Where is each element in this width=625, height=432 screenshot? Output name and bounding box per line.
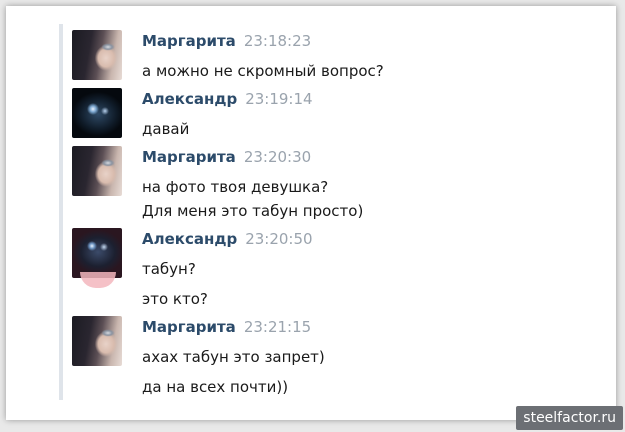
margarita-avatar-icon[interactable] <box>72 316 122 366</box>
author-name[interactable]: Маргарита <box>142 32 236 50</box>
margarita-avatar-icon[interactable] <box>72 146 122 196</box>
message-header: Александр 23:20:50 <box>142 230 313 248</box>
message-text: давай <box>142 120 190 138</box>
message-timestamp: 23:20:50 <box>245 230 313 248</box>
message-text: это кто? <box>142 290 208 308</box>
message-text: да на всех почти)) <box>142 378 289 396</box>
chat-screenshot-frame: Маргарита 23:18:23 а можно не скромный во… <box>6 6 616 420</box>
message-timestamp: 23:20:30 <box>243 148 312 166</box>
site-watermark: steelfactor.ru <box>516 406 623 430</box>
message-text: ахах табун это запрет) <box>142 348 325 366</box>
alexander-avatar-icon[interactable] <box>72 228 122 278</box>
message-header: Маргарита 23:21:15 <box>142 318 311 336</box>
message-header: Маргарита 23:20:30 <box>142 148 311 166</box>
message-text: на фото твоя девушка? <box>142 178 329 196</box>
author-name[interactable]: Маргарита <box>142 318 236 336</box>
message-text: Для меня это табун просто) <box>142 202 364 220</box>
message-timestamp: 23:18:23 <box>243 32 312 50</box>
avatar-badge <box>80 272 116 288</box>
thread-divider <box>59 24 63 400</box>
message-text: табун? <box>142 260 196 278</box>
margarita-avatar-icon[interactable] <box>72 30 122 80</box>
message-header: Александр 23:19:14 <box>142 90 313 108</box>
message-text: а можно не скромный вопрос? <box>142 62 384 80</box>
author-name[interactable]: Александр <box>142 230 237 248</box>
message-header: Маргарита 23:18:23 <box>142 32 311 50</box>
alexander-avatar-icon[interactable] <box>72 88 122 138</box>
author-name[interactable]: Маргарита <box>142 148 236 166</box>
message-timestamp: 23:19:14 <box>245 90 313 108</box>
message-timestamp: 23:21:15 <box>243 318 312 336</box>
author-name[interactable]: Александр <box>142 90 237 108</box>
